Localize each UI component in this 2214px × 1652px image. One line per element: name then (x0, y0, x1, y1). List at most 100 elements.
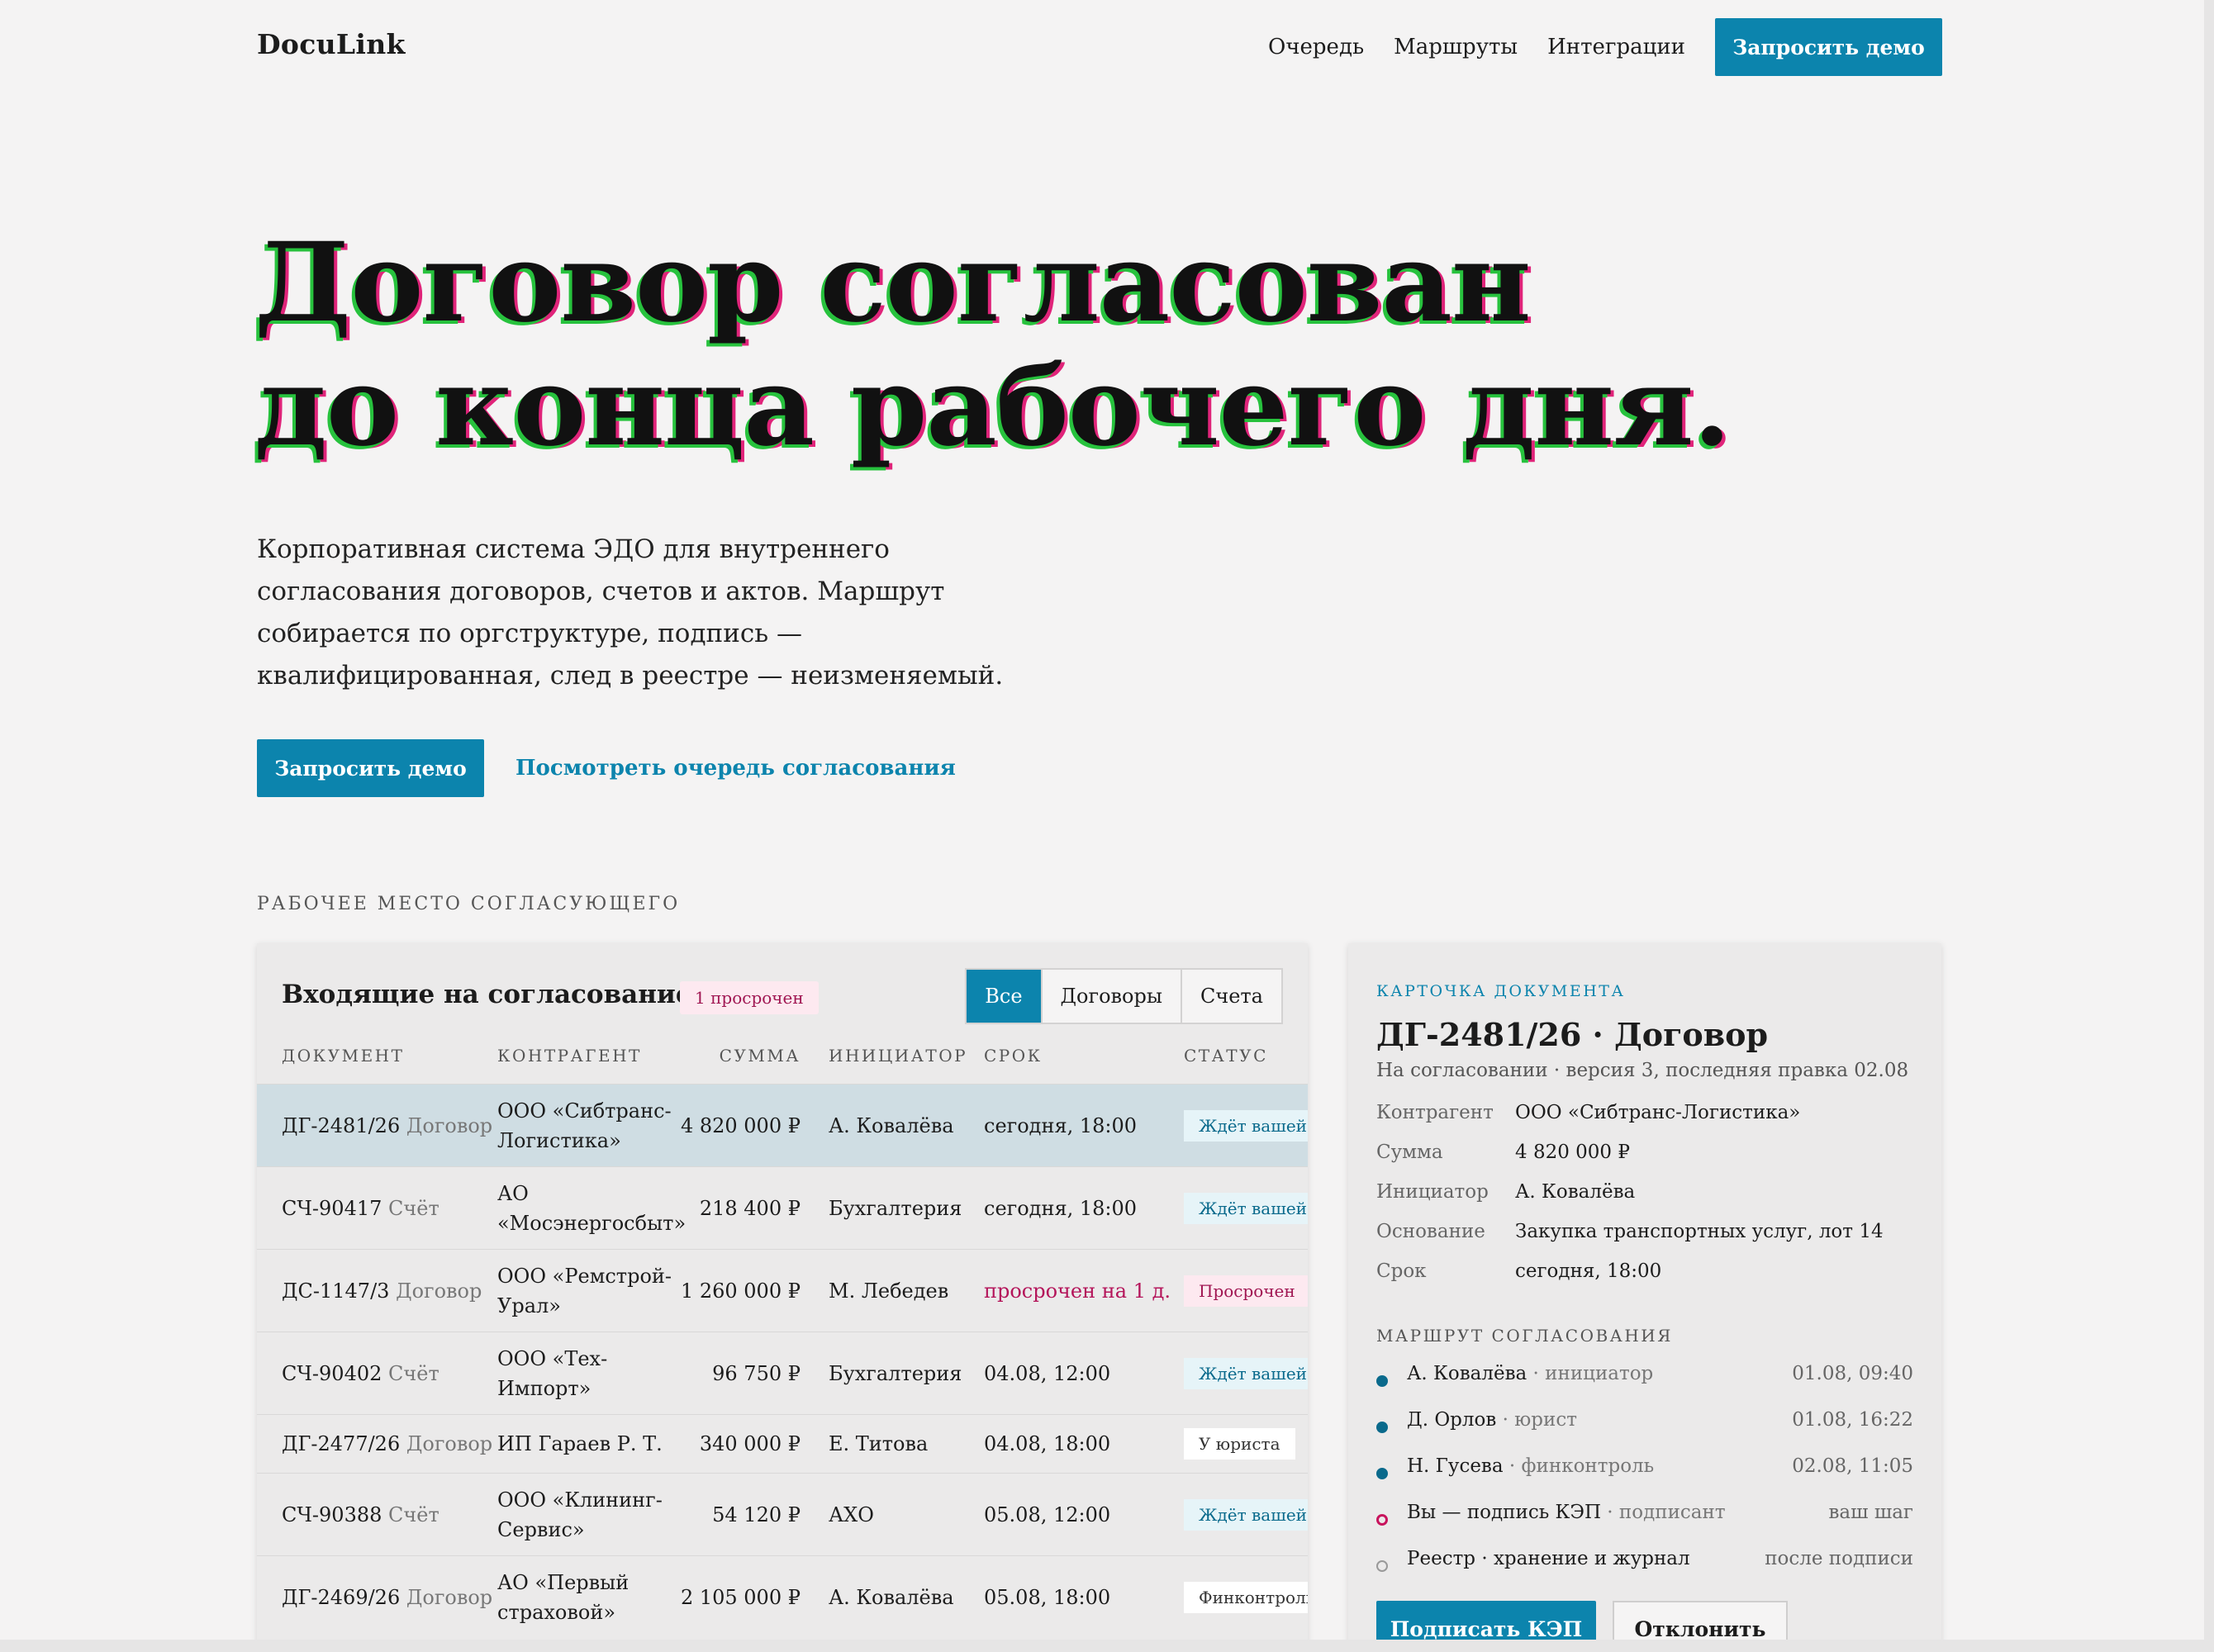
sign-kep-button[interactable]: Подписать КЭП (1376, 1601, 1596, 1640)
column-header-document[interactable]: ДОКУМЕНТ (282, 1046, 404, 1066)
cell-counterparty: ООО «Тех-Импорт» (497, 1346, 608, 1400)
cell-document: ДГ-2477/26 Договор (282, 1429, 492, 1459)
cell-sum: 54 120 ₽ (712, 1502, 801, 1526)
hero-title-line-1: Договор согласован (254, 219, 1532, 347)
cell-initiator: А. Ковалёва (829, 1113, 954, 1137)
card-actions: Подписать КЭП Отклонить (1376, 1601, 1788, 1640)
cell-document: ДГ-2469/26 Договор (282, 1583, 492, 1612)
step-time: 02.08, 11:05 (1792, 1455, 1913, 1477)
table-body: ДГ-2481/26 Договор ООО «Сибтранс-Логисти… (257, 1084, 1308, 1638)
cell-status: Ждёт вашей (1184, 1109, 1308, 1142)
step-done-icon (1376, 1422, 1388, 1433)
cell-document: ДС-1147/3 Договор (282, 1276, 482, 1306)
hero-title-line-2: до конца рабочего дня. (254, 343, 1731, 471)
cell-status: Ждёт вашей (1184, 1192, 1308, 1224)
status-badge: Ждёт вашей (1184, 1357, 1308, 1389)
tab-invoices[interactable]: Счета (1180, 970, 1281, 1023)
cell-counterparty: АО «Мосэнергосбыт» (497, 1181, 687, 1235)
cell-initiator: Е. Титова (829, 1432, 929, 1455)
request-demo-button-header[interactable]: Запросить демо (1715, 18, 1942, 76)
column-header-sum[interactable]: СУММА (720, 1046, 801, 1066)
table-row[interactable]: ДГ-2481/26 Договор ООО «Сибтранс-Логисти… (257, 1084, 1308, 1166)
cell-due: сегодня, 18:00 (984, 1113, 1138, 1137)
card-fields: Контрагент ООО «Сибтранс-Логистика» Сумм… (1376, 1102, 1913, 1300)
table-row[interactable]: ДГ-2477/26 Договор ИП Гараев Р. Т. 340 0… (257, 1414, 1308, 1473)
view-queue-link[interactable]: Посмотреть очередь согласования (515, 756, 956, 781)
filter-tabs: Все Договоры Счета (965, 968, 1283, 1024)
cell-counterparty: ООО «Клининг-Сервис» (497, 1488, 663, 1541)
field-key: Основание (1376, 1221, 1485, 1242)
cell-document: СЧ-90417 Счёт (282, 1194, 439, 1223)
step-current-icon (1376, 1514, 1388, 1526)
status-badge: У юриста (1184, 1428, 1295, 1460)
step-pending-icon (1376, 1560, 1388, 1572)
step-role: · юрист (1496, 1409, 1577, 1431)
field-row: Контрагент ООО «Сибтранс-Логистика» (1376, 1102, 1913, 1142)
step-done-icon (1376, 1375, 1388, 1387)
step-name: Н. Гусева · финконтроль (1407, 1455, 1654, 1477)
cell-sum: 2 105 000 ₽ (680, 1585, 801, 1609)
column-header-due[interactable]: СРОК (984, 1046, 1043, 1066)
table-row[interactable]: ДГ-2469/26 Договор АО «Первый страховой»… (257, 1555, 1308, 1638)
step-name: А. Ковалёва · инициатор (1407, 1363, 1653, 1384)
doc-id: ДГ-2481/26 (282, 1113, 401, 1137)
cell-counterparty: ООО «Ремстрой-Урал» (497, 1264, 672, 1317)
step-time: 01.08, 09:40 (1792, 1363, 1913, 1384)
field-value: А. Ковалёва (1515, 1181, 1636, 1203)
column-header-status[interactable]: СТАТУС (1184, 1046, 1268, 1066)
table-row[interactable]: ДС-1147/3 Договор ООО «Ремстрой-Урал» 1 … (257, 1249, 1308, 1332)
field-value: ООО «Сибтранс-Логистика» (1515, 1102, 1801, 1123)
nav-link-integrations[interactable]: Интеграции (1547, 35, 1685, 59)
request-demo-button[interactable]: Запросить демо (257, 739, 484, 797)
table-row[interactable]: СЧ-90417 Счёт АО «Мосэнергосбыт» 218 400… (257, 1166, 1308, 1249)
table-row[interactable]: СЧ-90402 Счёт ООО «Тех-Импорт» 96 750 ₽ … (257, 1332, 1308, 1414)
field-key: Контрагент (1376, 1102, 1494, 1123)
queue-header: Входящие на согласование 1 просрочен Все… (282, 968, 1283, 1026)
tab-all[interactable]: Все (967, 970, 1041, 1023)
column-header-initiator[interactable]: ИНИЦИАТОР (829, 1046, 967, 1066)
column-header-counterparty[interactable]: КОНТРАГЕНТ (497, 1046, 642, 1066)
doc-type: Счёт (388, 1502, 439, 1526)
route-step: Реестр · хранение и журнал после подписи (1376, 1545, 1913, 1591)
cell-initiator: Бухгалтерия (829, 1361, 962, 1385)
doc-id: СЧ-90417 (282, 1196, 382, 1220)
card-title: ДГ-2481/26 · Договор (1376, 1016, 1769, 1053)
cell-status: Финконтроль (1184, 1581, 1308, 1613)
cell-counterparty: ИП Гараев Р. Т. (497, 1432, 663, 1455)
cell-counterparty: АО «Первый страховой» (497, 1570, 630, 1624)
doc-type: Договор (406, 1432, 493, 1455)
logo[interactable]: DocuLink (257, 28, 406, 60)
nav-link-queue[interactable]: Очередь (1268, 35, 1364, 59)
cell-due: 05.08, 12:00 (984, 1502, 1111, 1526)
step-done-icon (1376, 1468, 1388, 1479)
field-row: Основание Закупка транспортных услуг, ло… (1376, 1221, 1913, 1260)
status-badge: Ждёт вашей (1184, 1109, 1308, 1142)
route-step: Вы — подпись КЭП · подписант ваш шаг (1376, 1498, 1913, 1545)
nav-link-routes[interactable]: Маршруты (1394, 35, 1518, 59)
doc-type: Счёт (388, 1361, 439, 1385)
cell-status: Ждёт вашей (1184, 1357, 1308, 1389)
route-label: МАРШРУТ СОГЛАСОВАНИЯ (1376, 1326, 1673, 1346)
cell-initiator: Бухгалтерия (829, 1196, 962, 1220)
reject-button[interactable]: Отклонить (1613, 1601, 1788, 1640)
step-role: · подписант (1601, 1502, 1726, 1523)
hero-subtitle: Корпоративная система ЭДО для внутреннег… (257, 534, 1004, 691)
route-step: А. Ковалёва · инициатор 01.08, 09:40 (1376, 1360, 1913, 1406)
cell-due: 04.08, 12:00 (984, 1361, 1111, 1385)
step-role: · инициатор (1527, 1363, 1654, 1384)
card-eyebrow: КАРТОЧКА ДОКУМЕНТА (1376, 982, 1626, 1000)
cell-sum: 340 000 ₽ (699, 1432, 801, 1455)
doc-id: ДС-1147/3 (282, 1279, 390, 1303)
cell-status: Ждёт вашей (1184, 1498, 1308, 1531)
cell-counterparty: ООО «Сибтранс-Логистика» (497, 1099, 672, 1152)
overdue-badge: 1 просрочен (680, 981, 819, 1014)
cell-initiator: А. Ковалёва (829, 1585, 954, 1609)
tab-contracts[interactable]: Договоры (1040, 970, 1181, 1023)
table-row[interactable]: СЧ-90388 Счёт ООО «Клининг-Сервис» 54 12… (257, 1473, 1308, 1555)
field-row: Сумма 4 820 000 ₽ (1376, 1142, 1913, 1181)
card-meta: На согласовании · версия 3, последняя пр… (1376, 1060, 1909, 1081)
doc-id: ДГ-2469/26 (282, 1585, 401, 1609)
field-value: сегодня, 18:00 (1515, 1260, 1662, 1282)
cell-document: ДГ-2481/26 Договор (282, 1111, 492, 1141)
cell-due: 04.08, 18:00 (984, 1432, 1111, 1455)
